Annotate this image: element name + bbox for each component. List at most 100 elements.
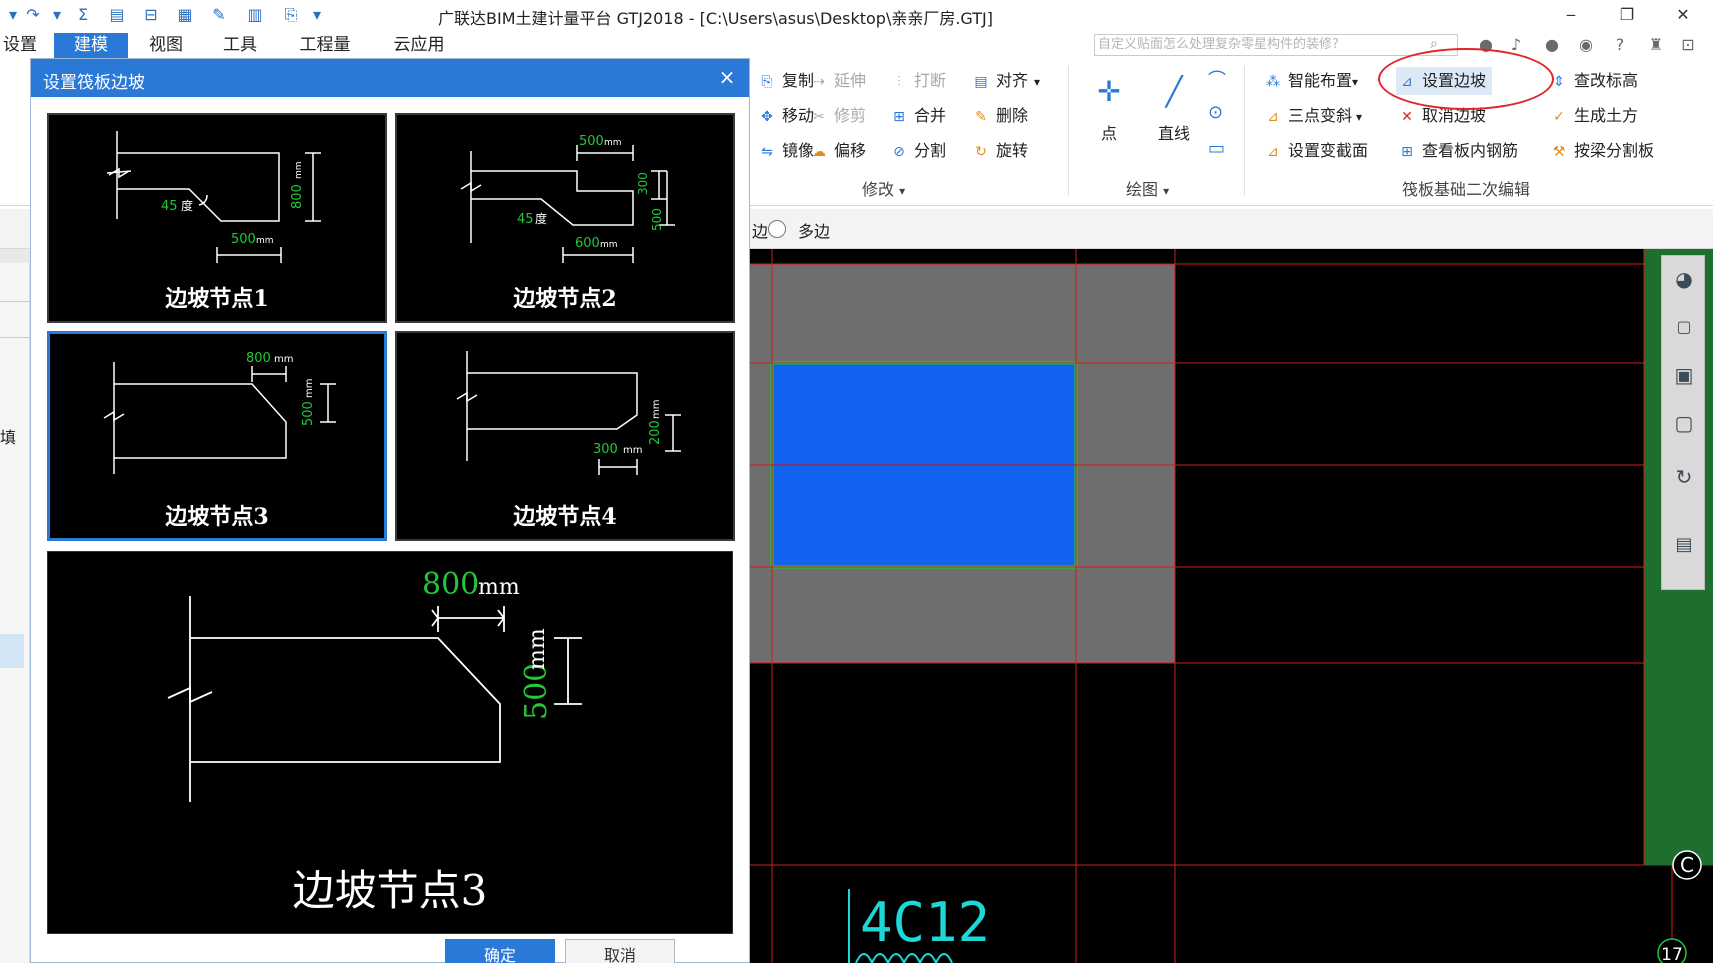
3d-view-icon[interactable]: ▢: [1667, 310, 1701, 344]
edge-option-label: 边: [752, 222, 769, 241]
merge-button[interactable]: ⊞ 合并: [888, 102, 946, 130]
three-point-slope-button[interactable]: ⊿ 三点变斜 ▾: [1262, 102, 1362, 130]
tab-tools[interactable]: 工具: [214, 33, 266, 58]
point-button[interactable]: ✛ 点: [1084, 64, 1134, 144]
dialog-header: 设置筏板边坡 ×: [31, 59, 749, 97]
cancel-button[interactable]: 取消: [565, 939, 675, 963]
chat-icon[interactable]: ●: [1540, 34, 1564, 56]
rotate-button[interactable]: ↻ 旋转: [970, 137, 1028, 165]
copy-icon: ⎘: [761, 73, 773, 90]
earthwork-icon: ✓: [1553, 108, 1565, 125]
split-by-beam-button[interactable]: ⚒ 按梁分割板: [1548, 137, 1654, 165]
align-button[interactable]: ▤ 对齐 ▾: [970, 67, 1040, 95]
slope-node-2[interactable]: 45 度 500 mm 600 mm 300 500 边坡节点2: [395, 113, 735, 323]
svg-text:mm: mm: [651, 400, 662, 419]
layer-list-icon[interactable]: ▤: [1667, 528, 1701, 562]
line-icon: ╱: [1165, 75, 1183, 108]
split-icon: ⊘: [893, 143, 905, 160]
restore-button[interactable]: ❐: [1612, 4, 1642, 26]
slope-preview: 800 mm 500 mm 边坡节点3: [47, 551, 733, 934]
check-elevation-button[interactable]: ⇕ 查改标高: [1548, 67, 1638, 95]
offset-button[interactable]: ☁ 偏移: [808, 137, 866, 165]
orbit-icon[interactable]: ◕: [1667, 262, 1701, 296]
edit-icon[interactable]: ✎: [208, 4, 230, 26]
mirror-button[interactable]: ⇋ 镜像: [756, 137, 814, 165]
cad-drawing: C 17 4C12: [750, 249, 1713, 963]
variable-section-button[interactable]: ⊿ 设置变截面: [1262, 137, 1368, 165]
slope-node-1[interactable]: 45 度 500 mm 800 mm 边坡节点1: [47, 113, 387, 323]
redo-icon[interactable]: ↷: [22, 4, 44, 26]
minimize-button[interactable]: ‒: [1556, 4, 1586, 26]
svg-text:mm: mm: [304, 379, 315, 398]
export-icon[interactable]: ⎘: [280, 4, 302, 26]
svg-text:mm: mm: [256, 236, 274, 246]
dropdown-arrow-icon: ▾: [1356, 110, 1363, 124]
svg-text:45: 45: [161, 199, 178, 214]
refresh-icon[interactable]: ↻: [1667, 460, 1701, 494]
gen-earthwork-button[interactable]: ✓ 生成土方: [1548, 102, 1638, 130]
tab-cloud-apps[interactable]: 云应用: [386, 33, 452, 58]
grid-icon[interactable]: ▥: [244, 4, 266, 26]
rotate-icon: ↻: [975, 143, 987, 160]
rebar-icon: ⊞: [1401, 143, 1413, 160]
circle-icon[interactable]: ⊙: [1208, 102, 1223, 123]
svg-text:300: 300: [593, 442, 618, 457]
offset-icon: ☁: [812, 143, 826, 160]
svg-text:500: 500: [519, 663, 554, 720]
mirror-icon: ⇋: [761, 143, 773, 160]
calc-icon[interactable]: ▦: [174, 4, 196, 26]
preview-diagram: 800 mm 500 mm: [167, 567, 582, 802]
move-icon: ✥: [761, 108, 773, 125]
extend-button[interactable]: ⇢ 延伸: [808, 67, 866, 95]
set-slope-dialog: 设置筏板边坡 × 45 度 500 mm 800 mm 边坡节点1 45 度 5…: [30, 58, 750, 963]
move-button[interactable]: ✥ 移动: [756, 102, 814, 130]
slope-node-3[interactable]: 800 mm 500 mm 边坡节点3: [47, 331, 387, 541]
arc-icon[interactable]: ⌒: [1208, 66, 1226, 92]
dropdown-arrow-icon: ▾: [1352, 75, 1359, 89]
delete-button[interactable]: ✎ 删除: [970, 102, 1028, 130]
multi-edge-radio[interactable]: [768, 220, 786, 238]
selected-row[interactable]: [0, 634, 24, 668]
svg-text:300: 300: [636, 172, 650, 195]
view-inner-rebar-button[interactable]: ⊞ 查看板内钢筋: [1396, 137, 1518, 165]
svg-text:mm: mm: [294, 161, 304, 179]
svg-text:600: 600: [575, 236, 600, 251]
raft-group-label: 筏板基础二次编辑: [1402, 180, 1531, 199]
dropdown-arrow-icon[interactable]: ▾: [46, 4, 68, 26]
tab-quantities[interactable]: 工程量: [292, 33, 358, 58]
rectangle-icon[interactable]: ▭: [1208, 138, 1225, 159]
split-button[interactable]: ⊘ 分割: [888, 137, 946, 165]
svg-text:800: 800: [290, 184, 305, 209]
tab-view[interactable]: 视图: [140, 33, 192, 58]
rebar-label-overflow: [855, 953, 953, 963]
tab-modeling[interactable]: 建模: [54, 33, 128, 58]
layout-icon[interactable]: ⊡: [1676, 34, 1700, 56]
slope-node-4[interactable]: 300 mm 200 mm 边坡节点4: [395, 331, 735, 541]
trim-button[interactable]: ✂ 修剪: [808, 102, 866, 130]
ok-button[interactable]: 确定: [445, 939, 555, 963]
sum-icon[interactable]: Σ: [72, 4, 94, 26]
cube-top-icon[interactable]: ▣: [1667, 358, 1701, 392]
svg-text:500: 500: [301, 401, 316, 426]
cad-canvas[interactable]: C 17 4C12: [750, 249, 1713, 963]
help-icon[interactable]: ?: [1608, 34, 1632, 56]
close-icon[interactable]: ×: [715, 65, 739, 89]
shirt-icon[interactable]: ♜: [1644, 34, 1668, 56]
help-search-input[interactable]: 自定义贴面怎么处理复杂零星构件的装修?: [1094, 34, 1458, 56]
customize-icon[interactable]: ▾: [306, 4, 328, 26]
break-button[interactable]: ⫶ 打断: [888, 67, 946, 95]
svg-text:mm: mm: [623, 445, 642, 456]
find-icon[interactable]: ⊟: [140, 4, 162, 26]
tab-settings[interactable]: 设置: [0, 33, 40, 58]
smart-layout-button[interactable]: ⁂ 智能布置▾: [1262, 67, 1358, 95]
svg-text:mm: mm: [604, 138, 622, 148]
report-icon[interactable]: ▤: [106, 4, 128, 26]
cube-icon[interactable]: ▢: [1667, 406, 1701, 440]
close-window-button[interactable]: ✕: [1668, 4, 1698, 26]
dropdown-arrow-icon[interactable]: ▾: [2, 4, 24, 26]
eraser-icon: ✎: [975, 108, 987, 125]
align-icon: ▤: [974, 73, 988, 90]
line-button[interactable]: ╱ 直线: [1146, 64, 1202, 144]
mascot-icon[interactable]: ◉: [1574, 34, 1598, 56]
copy-button[interactable]: ⎘ 复制: [756, 67, 814, 95]
